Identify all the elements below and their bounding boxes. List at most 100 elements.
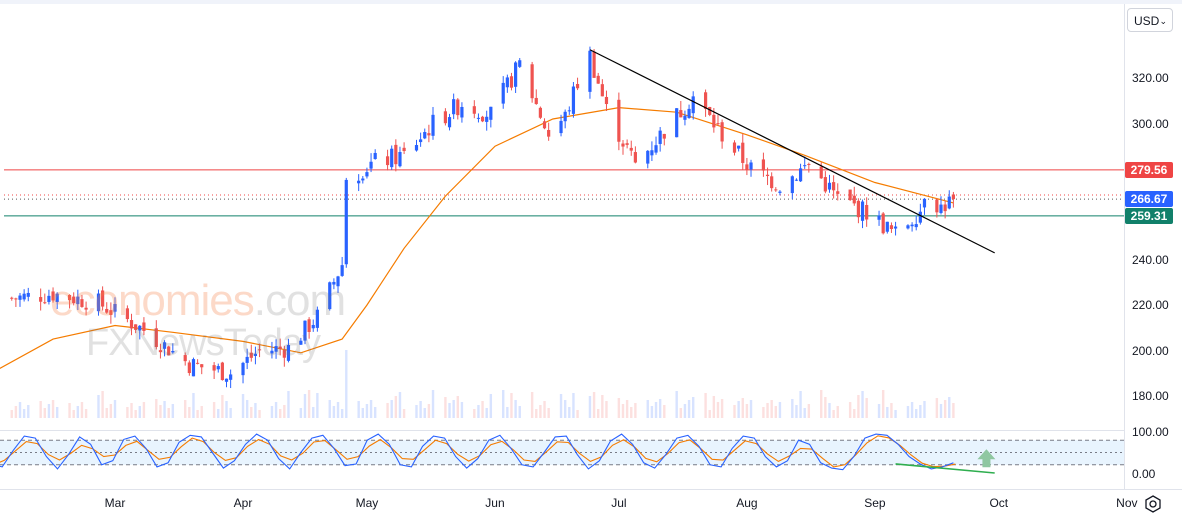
candle-body bbox=[922, 198, 927, 208]
candle-body bbox=[270, 350, 274, 354]
volume-bar bbox=[138, 406, 141, 418]
volume-bar bbox=[535, 409, 538, 418]
candle-body bbox=[55, 293, 59, 303]
volume-bar bbox=[274, 402, 278, 418]
candle-body bbox=[658, 130, 662, 144]
candle-body bbox=[299, 340, 303, 345]
volume-bar bbox=[778, 402, 782, 418]
volume-bar bbox=[832, 410, 835, 418]
volume-bar bbox=[105, 408, 108, 418]
candle-body bbox=[142, 322, 146, 331]
candle-body bbox=[836, 191, 840, 194]
volume-bar bbox=[733, 405, 736, 418]
volume-bar bbox=[357, 401, 360, 418]
volume-bar bbox=[270, 406, 274, 418]
candle-body bbox=[394, 144, 398, 165]
volume-bar bbox=[200, 406, 203, 418]
candle-body bbox=[819, 166, 823, 179]
candle-body bbox=[489, 106, 493, 120]
volume-bar bbox=[225, 401, 228, 418]
volume-bar bbox=[770, 400, 773, 418]
volume-bar bbox=[258, 410, 261, 418]
volume-bar bbox=[836, 406, 839, 418]
candle-body bbox=[328, 282, 332, 310]
volume-bar bbox=[303, 394, 307, 418]
volume-bar bbox=[559, 394, 563, 418]
candle-body bbox=[183, 355, 187, 362]
price-tick-label: 220.00 bbox=[1132, 298, 1169, 313]
volume-bar bbox=[159, 405, 162, 418]
volume-bar bbox=[861, 391, 864, 418]
volume-bar bbox=[27, 405, 30, 418]
candle-body bbox=[749, 162, 753, 170]
volume-bar bbox=[943, 400, 947, 418]
price-tick-label: 320.00 bbox=[1132, 71, 1169, 86]
candle-body bbox=[22, 293, 26, 300]
candle-body bbox=[827, 182, 832, 190]
price-chart-plot[interactable] bbox=[0, 4, 1124, 489]
volume-bar bbox=[481, 401, 484, 418]
candle-body bbox=[129, 320, 134, 329]
candle-body bbox=[538, 107, 542, 118]
candle-body bbox=[357, 180, 361, 184]
candle-body bbox=[575, 83, 580, 89]
candle-body bbox=[196, 362, 200, 364]
candle-body bbox=[571, 86, 576, 114]
candle-body bbox=[125, 308, 129, 320]
volume-bar bbox=[171, 404, 175, 418]
volume-bar bbox=[877, 404, 881, 418]
candle-body bbox=[563, 111, 567, 122]
candle-body bbox=[162, 342, 167, 349]
month-tick-label: Mar bbox=[104, 496, 126, 510]
volume-bar bbox=[361, 408, 364, 418]
candle-body bbox=[732, 142, 737, 153]
candle-body bbox=[592, 51, 596, 78]
candle-body bbox=[480, 116, 485, 122]
volume-bar bbox=[473, 409, 476, 418]
candle-body bbox=[80, 299, 84, 307]
candle-body bbox=[431, 114, 435, 136]
volume-bar bbox=[250, 407, 253, 418]
candle-body bbox=[485, 116, 489, 122]
candle-body bbox=[96, 293, 101, 312]
volume-bar bbox=[952, 403, 955, 418]
volume-bar bbox=[939, 404, 943, 418]
candle-body bbox=[914, 224, 918, 228]
candle-body bbox=[390, 148, 394, 168]
candle-body bbox=[832, 182, 836, 191]
volume-bar bbox=[881, 390, 885, 418]
candle-body bbox=[18, 295, 22, 300]
price-tick-label: 300.00 bbox=[1132, 116, 1169, 131]
volume-bar bbox=[592, 392, 596, 418]
candle-body bbox=[604, 96, 609, 105]
volume-bar bbox=[572, 393, 575, 418]
candle-body bbox=[109, 310, 113, 315]
volume-bar bbox=[543, 401, 546, 418]
volume-bar bbox=[345, 350, 348, 418]
volume-bar bbox=[84, 409, 88, 418]
settings-icon[interactable] bbox=[1143, 494, 1163, 514]
volume-bar bbox=[130, 403, 133, 418]
candle-body bbox=[84, 307, 88, 310]
price-tick-label: 240.00 bbox=[1132, 252, 1169, 267]
candle-body bbox=[860, 201, 865, 221]
candle-body bbox=[737, 145, 741, 149]
candle-body bbox=[943, 204, 947, 212]
volume-bar bbox=[692, 397, 695, 418]
pane-separator[interactable] bbox=[0, 430, 1124, 431]
volume-bar bbox=[47, 404, 51, 418]
candle-body bbox=[14, 298, 18, 300]
currency-selector[interactable]: USD ⌄ bbox=[1127, 8, 1173, 32]
volume-bar bbox=[456, 396, 459, 418]
volume-bar bbox=[617, 398, 621, 418]
volume-bar bbox=[254, 403, 257, 418]
candle-body bbox=[654, 145, 658, 153]
volume-bar bbox=[221, 395, 224, 418]
volume-bar bbox=[167, 408, 170, 418]
volume-bar bbox=[621, 404, 625, 418]
candle-body bbox=[229, 374, 233, 380]
volume-bar bbox=[605, 401, 608, 418]
candle-body bbox=[105, 308, 109, 313]
candle-body bbox=[906, 225, 910, 229]
candle-body bbox=[373, 152, 377, 159]
